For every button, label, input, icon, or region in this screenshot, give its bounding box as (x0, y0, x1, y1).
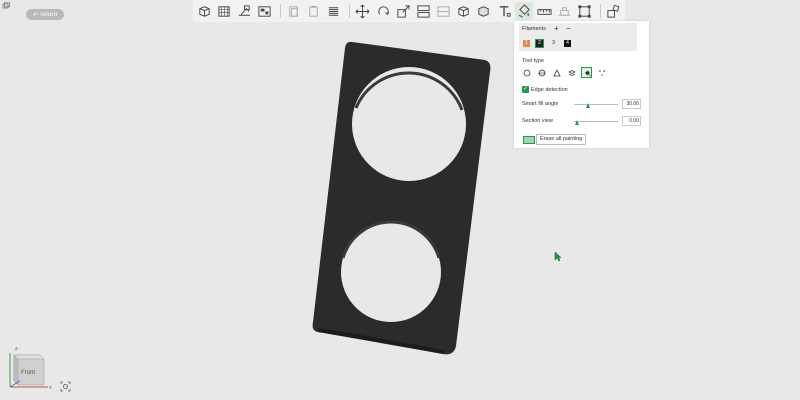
mouse-cursor-icon (554, 251, 562, 262)
layers-icon[interactable] (325, 2, 343, 20)
filament-chip-2[interactable]: 2 (534, 38, 545, 49)
eraser-icon (523, 136, 535, 144)
auto-orient-icon[interactable] (235, 2, 253, 20)
erase-all-painting-button[interactable]: Erase all painting (536, 134, 587, 145)
remove-filament-button[interactable]: − (566, 24, 571, 33)
section-view-slider-thumb[interactable] (575, 120, 579, 125)
axis-front-label: Front (21, 370, 35, 376)
cut-icon[interactable] (435, 2, 453, 20)
return-button[interactable]: ↶ return (26, 9, 64, 20)
view-orientation-cube[interactable]: Front Z X (6, 345, 52, 391)
section-view-slider-track[interactable] (574, 121, 618, 122)
smart-fill-slider-track[interactable] (574, 104, 618, 105)
reset-view-icon[interactable] (60, 381, 71, 392)
paste-icon[interactable] (305, 2, 323, 20)
undo-arrow-icon: ↶ (32, 11, 39, 19)
text-icon[interactable] (495, 2, 513, 20)
smart-fill-angle-label: Smart fill angle (522, 101, 559, 107)
paint-icon[interactable] (515, 2, 534, 20)
smart-fill-angle-input[interactable]: 30.00 (622, 99, 641, 109)
edge-detection-checkbox[interactable]: ✓ (522, 86, 529, 93)
toolbar-separator (279, 4, 281, 18)
filaments-section: Filaments + − 1 2 3 4 (519, 23, 637, 51)
grid-plate-icon[interactable] (215, 2, 233, 20)
tool-type-label: Tool type (522, 58, 545, 64)
filament-chip-1[interactable]: 1 (523, 40, 530, 47)
hollow-icon[interactable] (455, 2, 473, 20)
fill-bucket-icon[interactable] (581, 67, 592, 78)
main-toolbar (193, 0, 625, 22)
section-view-label: Section view (522, 118, 553, 124)
assembly-icon[interactable] (605, 2, 623, 20)
support-icon[interactable] (576, 2, 594, 20)
measure-icon[interactable] (535, 2, 553, 20)
axis-x-label: X (49, 385, 52, 390)
filament-chip-4[interactable]: 4 (564, 40, 571, 47)
circle-brush-icon[interactable] (522, 68, 531, 77)
add-filament-button[interactable]: + (554, 24, 559, 33)
sphere-brush-icon[interactable] (537, 68, 546, 77)
arrange-icon[interactable] (255, 2, 273, 20)
toolbar-separator (599, 4, 601, 18)
rotate-icon[interactable] (374, 2, 392, 20)
emboss-icon[interactable] (555, 2, 573, 20)
triangle-icon[interactable] (552, 68, 561, 77)
add-cube-icon[interactable] (195, 2, 213, 20)
scale-icon[interactable] (394, 2, 412, 20)
split-icon[interactable] (414, 2, 432, 20)
copy-icon[interactable] (285, 2, 303, 20)
toolbar-separator (349, 4, 350, 18)
move-icon[interactable] (354, 2, 372, 20)
cube-view-icon[interactable] (475, 2, 493, 20)
window-restore-icon[interactable] (2, 2, 10, 10)
painting-panel: Filaments + − 1 2 3 4 Tool type ✓ Edge d… (514, 21, 649, 148)
model-plate[interactable] (312, 41, 491, 355)
edge-detection-label: Edge detection (531, 87, 568, 93)
section-view-input[interactable]: 0.00 (622, 116, 641, 126)
axis-z-label: Z (15, 346, 18, 351)
viewport-scene[interactable] (0, 0, 800, 400)
filaments-label: Filaments (522, 26, 546, 32)
tool-type-group (522, 67, 606, 78)
gap-fill-icon[interactable] (597, 68, 606, 77)
return-label: return (40, 11, 58, 18)
height-range-icon[interactable] (567, 68, 576, 77)
smart-fill-slider-thumb[interactable] (586, 103, 591, 108)
filament-chip-3[interactable]: 3 (550, 40, 557, 47)
